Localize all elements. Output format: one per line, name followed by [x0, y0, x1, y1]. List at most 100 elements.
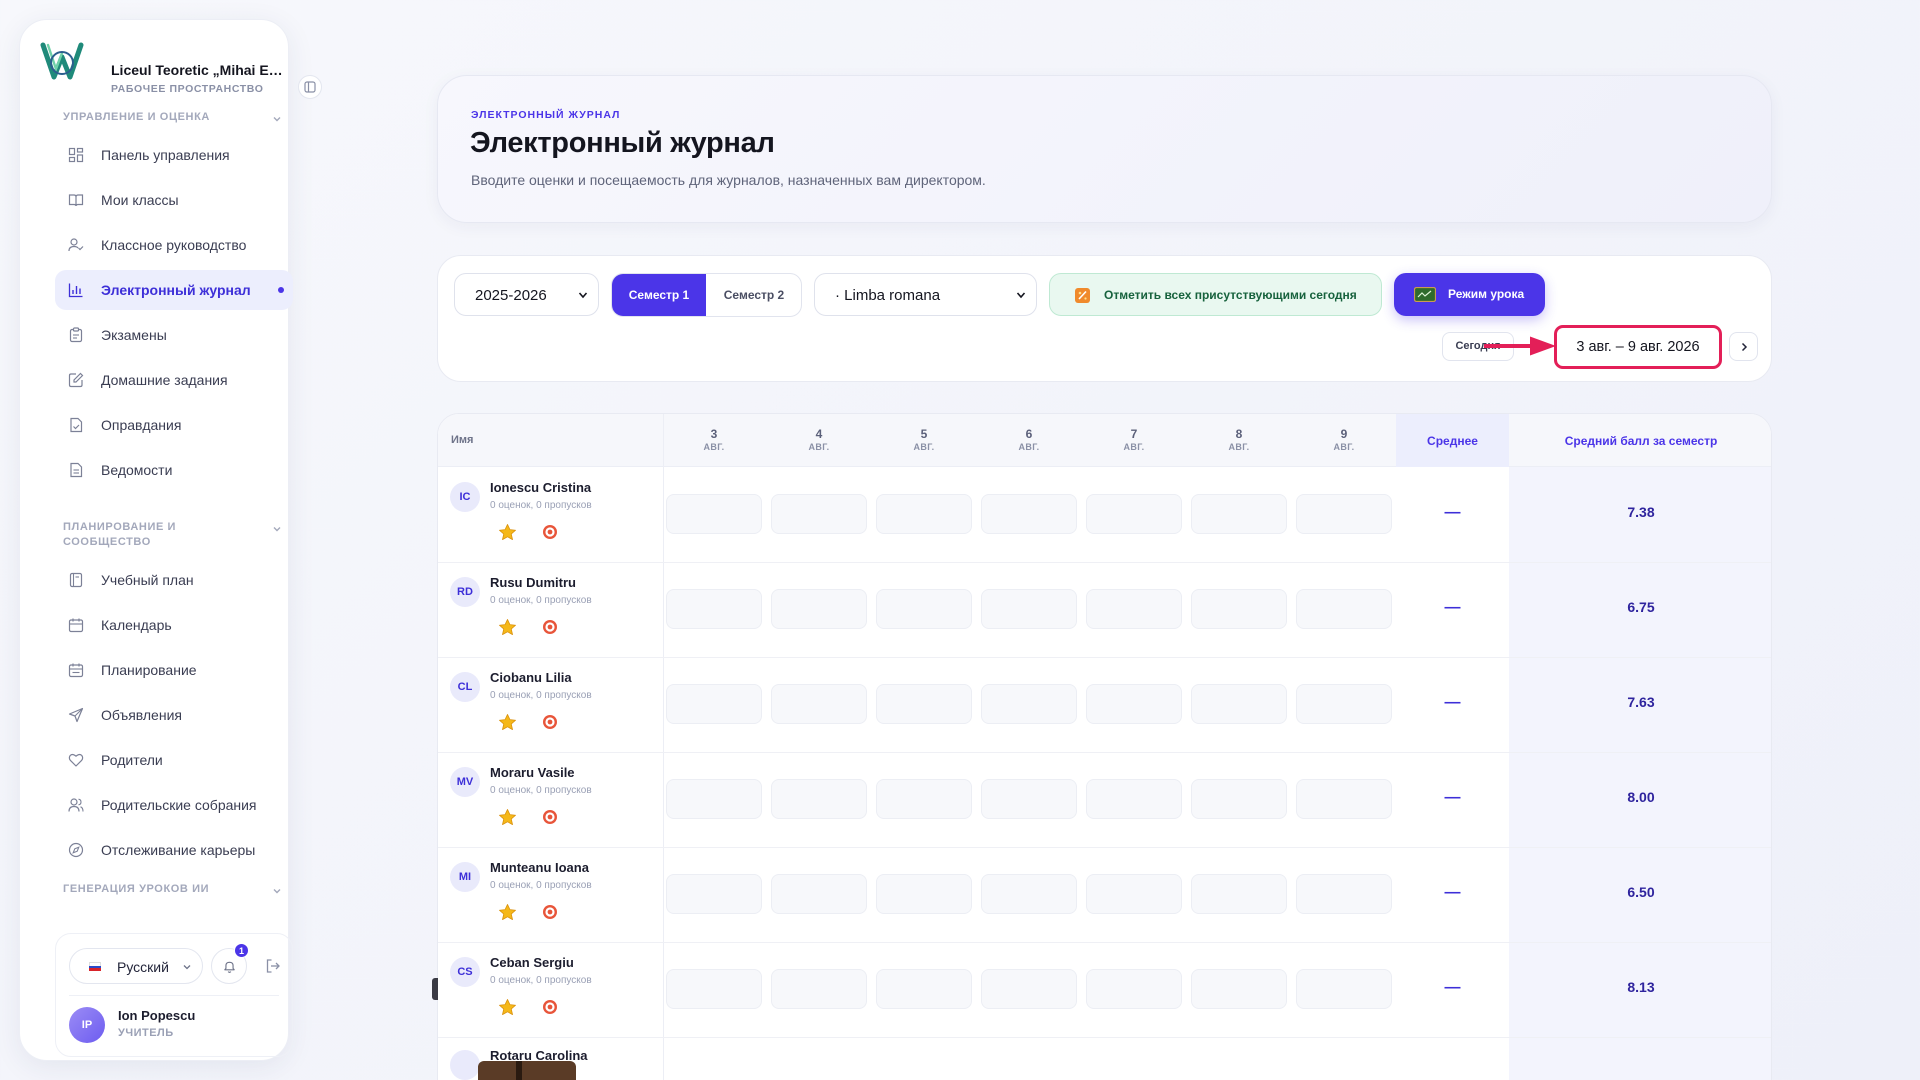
star-award-icon[interactable] [498, 618, 517, 637]
grade-cell[interactable] [1296, 494, 1392, 534]
star-award-icon[interactable] [498, 713, 517, 732]
sidebar-item-parents[interactable]: Родители [55, 740, 293, 780]
chevron-down-icon[interactable] [271, 885, 283, 897]
star-award-icon[interactable] [498, 903, 517, 922]
grade-cell[interactable] [876, 779, 972, 819]
star-award-icon[interactable] [498, 523, 517, 542]
grade-cell[interactable] [1086, 874, 1182, 914]
mark-all-present-button[interactable]: Отметить всех присутствующими сегодня [1049, 273, 1382, 316]
sidebar-item-calendar[interactable]: Календарь [55, 605, 293, 645]
section-header-management[interactable]: УПРАВЛЕНИЕ И ОЦЕНКА [63, 110, 210, 125]
grade-cell[interactable] [1296, 684, 1392, 724]
grade-cell[interactable] [1191, 494, 1287, 534]
star-award-icon[interactable] [498, 998, 517, 1017]
grade-cell[interactable] [1191, 874, 1287, 914]
student-name[interactable]: Ionescu Cristina [490, 480, 591, 495]
target-goal-icon[interactable] [542, 524, 558, 540]
scroll-handle[interactable] [432, 978, 438, 1000]
student-name[interactable]: Moraru Vasile [490, 765, 575, 780]
name-column-header[interactable]: Имя [451, 434, 473, 446]
grade-cell[interactable] [771, 874, 867, 914]
grade-cell[interactable] [1191, 779, 1287, 819]
subject-select[interactable]: · Limba romana [814, 273, 1037, 316]
grade-cell[interactable] [1296, 969, 1392, 1009]
target-goal-icon[interactable] [542, 619, 558, 635]
grade-cell[interactable] [771, 969, 867, 1009]
sidebar-item-homeroom[interactable]: Классное руководство [55, 225, 293, 265]
sidebar-item-scheduling[interactable]: Планирование [55, 650, 293, 690]
target-goal-icon[interactable] [542, 714, 558, 730]
section-header-ai-lessons[interactable]: ГЕНЕРАЦИЯ УРОКОВ ИИ [63, 882, 209, 897]
sidebar-item-gradebook[interactable]: Электронный журнал [55, 270, 293, 310]
grade-cell[interactable] [666, 684, 762, 724]
grade-cell[interactable] [876, 684, 972, 724]
language-selector[interactable]: Русский [69, 948, 203, 984]
target-goal-icon[interactable] [542, 999, 558, 1015]
grade-cell[interactable] [981, 779, 1077, 819]
grade-cell[interactable] [1191, 969, 1287, 1009]
grade-cell[interactable] [1086, 494, 1182, 534]
grade-cell[interactable] [1086, 969, 1182, 1009]
grade-cell[interactable] [666, 494, 762, 534]
grade-cell[interactable] [666, 779, 762, 819]
grade-cell[interactable] [981, 589, 1077, 629]
notifications-button[interactable]: 1 [211, 943, 249, 984]
grade-cell[interactable] [876, 494, 972, 534]
grade-cell[interactable] [981, 874, 1077, 914]
date-range-display[interactable]: 3 авг. – 9 авг. 2026 [1554, 325, 1722, 369]
grade-cell[interactable] [1191, 684, 1287, 724]
sidebar-item-announcements[interactable]: Объявления [55, 695, 293, 735]
grade-cell[interactable] [1296, 779, 1392, 819]
grade-cell[interactable] [771, 684, 867, 724]
grade-cell[interactable] [666, 969, 762, 1009]
grade-cell[interactable] [981, 684, 1077, 724]
grade-cell[interactable] [876, 874, 972, 914]
grade-cell[interactable] [771, 589, 867, 629]
user-avatar[interactable]: IP [69, 1007, 105, 1043]
target-goal-icon[interactable] [542, 809, 558, 825]
page-subtitle: Вводите оценки и посещаемость для журнал… [471, 172, 986, 188]
grade-cell[interactable] [666, 589, 762, 629]
sidebar-item-dashboard[interactable]: Панель управления [55, 135, 293, 175]
student-name[interactable]: Munteanu Ioana [490, 860, 589, 875]
sidebar-item-reports[interactable]: Ведомости [55, 450, 293, 490]
day-month: АВГ. [703, 442, 725, 452]
chevron-down-icon[interactable] [271, 113, 283, 125]
star-award-icon[interactable] [498, 808, 517, 827]
grade-cell[interactable] [981, 494, 1077, 534]
student-name[interactable]: Rusu Dumitru [490, 575, 576, 590]
next-week-button[interactable] [1729, 332, 1758, 361]
sidebar-item-my-classes[interactable]: Мои классы [55, 180, 293, 220]
grade-cell[interactable] [771, 494, 867, 534]
grade-cell[interactable] [1086, 684, 1182, 724]
chevron-down-icon[interactable] [271, 523, 283, 535]
sidebar-item-homework[interactable]: Домашние задания [55, 360, 293, 400]
grade-cell[interactable] [771, 779, 867, 819]
grade-cell[interactable] [1086, 779, 1182, 819]
grade-cell[interactable] [1086, 589, 1182, 629]
target-goal-icon[interactable] [542, 904, 558, 920]
grade-cell[interactable] [876, 589, 972, 629]
sidebar-item-parent-meetings[interactable]: Родительские собрания [55, 785, 293, 825]
school-year-select[interactable]: 2025-2026 [454, 273, 599, 316]
school-logo[interactable] [40, 39, 84, 83]
gradebook-table: Имя Среднее Средний балл за семестр 3 АВГ… [437, 413, 1772, 1080]
sidebar-item-excuses[interactable]: Оправдания [55, 405, 293, 445]
section-header-planning[interactable]: ПЛАНИРОВАНИЕ И СООБЩЕСТВО [63, 520, 213, 550]
sidebar-item-exams[interactable]: Экзамены [55, 315, 293, 355]
grade-cell[interactable] [666, 874, 762, 914]
student-name[interactable]: Ciobanu Lilia [490, 670, 572, 685]
lesson-mode-button[interactable]: Режим урока [1394, 273, 1545, 316]
grade-cell[interactable] [1191, 589, 1287, 629]
semester-2-tab[interactable]: Семестр 2 [706, 274, 801, 316]
grade-cell[interactable] [1296, 589, 1392, 629]
sidebar-collapse-button[interactable] [298, 75, 322, 99]
semester-1-tab[interactable]: Семестр 1 [612, 274, 706, 316]
sidebar-item-curriculum[interactable]: Учебный план [55, 560, 293, 600]
logout-icon[interactable] [265, 958, 281, 974]
grade-cell[interactable] [876, 969, 972, 1009]
sidebar-item-career-tracking[interactable]: Отслеживание карьеры [55, 830, 293, 870]
grade-cell[interactable] [981, 969, 1077, 1009]
grade-cell[interactable] [1296, 874, 1392, 914]
student-name[interactable]: Ceban Sergiu [490, 955, 574, 970]
